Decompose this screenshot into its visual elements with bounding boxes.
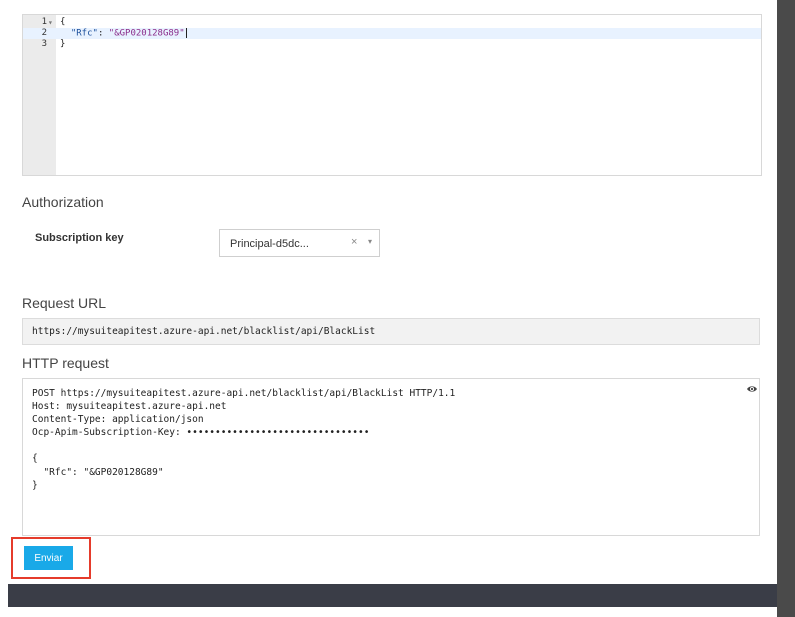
json-value: "&GP020128G89" <box>108 28 185 39</box>
http-request-line: POST https://mysuiteapitest.azure-api.ne… <box>32 388 456 399</box>
chevron-down-icon[interactable]: ▾ <box>368 237 372 246</box>
request-url-title: Request URL <box>22 295 107 311</box>
authorization-title: Authorization <box>22 194 104 210</box>
http-request-line: Content-Type: application/json <box>32 414 204 425</box>
json-body-editor[interactable]: 1 ▾ { 2 "Rfc": "&GP020128G89" 3 } <box>22 14 762 176</box>
http-request-line: { <box>32 453 38 464</box>
http-request-preview: POST https://mysuiteapitest.azure-api.ne… <box>22 378 760 536</box>
request-url-field[interactable]: https://mysuiteapitest.azure-api.net/bla… <box>22 318 760 345</box>
fold-toggle-icon[interactable]: ▾ <box>48 17 53 28</box>
subscription-key-select[interactable]: Principal-d5dc... × ▾ <box>219 229 380 257</box>
line-number: 2 <box>41 28 47 38</box>
editor-line-active[interactable]: 2 "Rfc": "&GP020128G89" <box>23 28 761 39</box>
subscription-key-value: Principal-d5dc... <box>230 238 309 250</box>
http-request-line: "Rfc": "&GP020128G89" <box>32 467 164 478</box>
subscription-key-label: Subscription key <box>35 232 124 244</box>
clear-icon[interactable]: × <box>351 236 357 248</box>
http-request-line: Host: mysuiteapitest.azure-api.net <box>32 401 227 412</box>
json-separator: : <box>97 28 109 39</box>
footer-bar <box>8 584 777 607</box>
http-request-title: HTTP request <box>22 355 109 371</box>
line-number: 3 <box>41 39 47 49</box>
http-request-line: Ocp-Apim-Subscription-Key: •••••••••••••… <box>32 427 370 438</box>
json-key: "Rfc" <box>70 28 98 39</box>
text-cursor <box>185 28 187 38</box>
code-text: } <box>60 39 66 49</box>
code-text: { <box>60 17 66 27</box>
send-button[interactable]: Enviar <box>24 546 73 570</box>
page-bottom <box>0 607 777 617</box>
code-text: "Rfc": "&GP020128G89" <box>60 28 187 40</box>
editor-line[interactable]: 1 ▾ { <box>23 17 761 28</box>
eye-icon[interactable] <box>746 383 758 395</box>
scrollbar[interactable] <box>777 0 795 617</box>
editor-line[interactable]: 3 } <box>23 39 761 50</box>
line-number: 1 <box>41 17 47 27</box>
http-request-line: } <box>32 480 38 491</box>
